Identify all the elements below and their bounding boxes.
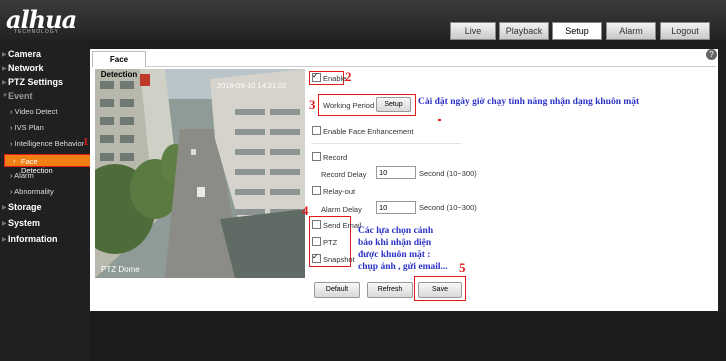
street-scene-image bbox=[95, 69, 305, 278]
sidebar-subitem-alarm[interactable]: › Alarm bbox=[10, 171, 34, 180]
annotation-number-1: 1 bbox=[83, 136, 89, 148]
send-email-checkbox[interactable] bbox=[312, 220, 321, 229]
chevron-right-icon: ▶ bbox=[2, 66, 7, 72]
default-button[interactable]: Default bbox=[314, 282, 360, 298]
tab-live[interactable]: Live bbox=[450, 22, 496, 40]
ptz-label: PTZ bbox=[323, 238, 338, 247]
check-icon: ✓ bbox=[312, 252, 319, 261]
enable-face-enhancement-label: Enable Face Enhancement bbox=[323, 127, 414, 136]
setup-button[interactable]: Setup bbox=[376, 97, 411, 112]
save-button[interactable]: Save bbox=[418, 282, 462, 298]
note-line: được khuôn mặt : bbox=[358, 250, 431, 260]
note-line: Các lựa chọn cảnh bbox=[358, 226, 434, 236]
record-delay-unit: Second (10~300) bbox=[419, 169, 477, 178]
chevron-right-icon: ▶ bbox=[2, 237, 7, 243]
divider-mark bbox=[438, 119, 441, 121]
chevron-right-icon: ▶ bbox=[2, 205, 7, 211]
annotation-note-working-period: Cài đặt ngày giờ chạy tính năng nhận dạn… bbox=[418, 97, 640, 107]
video-camera-name: PTZ Dome bbox=[101, 265, 140, 274]
chevron-right-icon: ▶ bbox=[2, 52, 7, 58]
sidebar-subitem-face-detection[interactable]: › Face Detection bbox=[4, 154, 92, 175]
record-checkbox[interactable] bbox=[312, 152, 321, 161]
alarm-delay-label: Alarm Delay bbox=[321, 205, 362, 214]
tab-alarm[interactable]: Alarm bbox=[606, 22, 656, 40]
sidebar-subitem-ivs-plan[interactable]: › IVS Plan bbox=[10, 123, 44, 132]
relay-out-checkbox[interactable] bbox=[312, 186, 321, 195]
alarm-delay-unit: Second (10~300) bbox=[419, 203, 477, 212]
ptz-checkbox[interactable] bbox=[312, 237, 321, 246]
sidebar-item-camera[interactable]: Camera bbox=[8, 49, 41, 59]
annotation-number-5: 5 bbox=[459, 260, 466, 275]
sidebar-subitem-video-detect[interactable]: › Video Detect bbox=[10, 107, 57, 116]
snapshot-label: Snapshot bbox=[323, 255, 355, 264]
section-divider bbox=[311, 143, 461, 144]
record-delay-input[interactable]: 10 bbox=[376, 166, 416, 179]
tab-face-detection[interactable]: Face Detection bbox=[92, 51, 146, 79]
refresh-button[interactable]: Refresh bbox=[367, 282, 413, 298]
note-line: chụp ảnh , gửi email... bbox=[358, 262, 448, 272]
annotation-note-alarm-options: Các lựa chọn cảnh báo khi nhận diện được… bbox=[358, 225, 448, 273]
tab-setup[interactable]: Setup bbox=[552, 22, 602, 40]
video-preview: 2018-09-10 14:21:02 PTZ Dome bbox=[95, 69, 305, 278]
sidebar-item-event[interactable]: Event bbox=[8, 91, 33, 101]
send-email-label: Send Email bbox=[323, 221, 362, 230]
working-period-label: Working Period bbox=[323, 101, 375, 110]
tab-logout[interactable]: Logout bbox=[660, 22, 710, 40]
check-icon: ✓ bbox=[312, 71, 319, 80]
footer-area bbox=[90, 312, 726, 361]
sidebar: ▶ Camera ▶ Network ▶ PTZ Settings ▼ Even… bbox=[0, 40, 92, 361]
annotation-number-2: 2 bbox=[345, 69, 352, 84]
note-line: báo khi nhận diện bbox=[358, 238, 432, 248]
sidebar-item-system[interactable]: System bbox=[8, 218, 40, 228]
brand-logo-subtitle: TECHNOLOGY bbox=[14, 29, 60, 35]
sidebar-subitem-intelligence-behavior[interactable]: › Intelligence Behavior bbox=[10, 139, 84, 148]
enable-face-enhancement-checkbox[interactable] bbox=[312, 126, 321, 135]
alarm-delay-input[interactable]: 10 bbox=[376, 201, 416, 214]
help-icon[interactable]: ? bbox=[706, 49, 717, 60]
sidebar-item-storage[interactable]: Storage bbox=[8, 202, 42, 212]
chevron-right-icon: ▶ bbox=[2, 80, 7, 86]
tab-playback[interactable]: Playback bbox=[499, 22, 549, 40]
sidebar-item-ptz[interactable]: PTZ Settings bbox=[8, 77, 63, 87]
annotation-number-3: 3 bbox=[309, 97, 316, 112]
tab-divider bbox=[92, 66, 716, 67]
relay-out-label: Relay-out bbox=[323, 187, 356, 196]
sidebar-item-information[interactable]: Information bbox=[8, 234, 58, 244]
record-label: Record bbox=[323, 153, 348, 162]
chevron-right-icon: ▶ bbox=[2, 221, 7, 227]
enable-label: Enable bbox=[323, 74, 347, 83]
sidebar-subitem-abnormality[interactable]: › Abnormality bbox=[10, 187, 54, 196]
annotation-number-4: 4 bbox=[302, 203, 309, 218]
sidebar-item-network[interactable]: Network bbox=[8, 63, 44, 73]
record-delay-label: Record Delay bbox=[321, 170, 367, 179]
video-timestamp: 2018-09-10 14:21:02 bbox=[217, 81, 287, 90]
